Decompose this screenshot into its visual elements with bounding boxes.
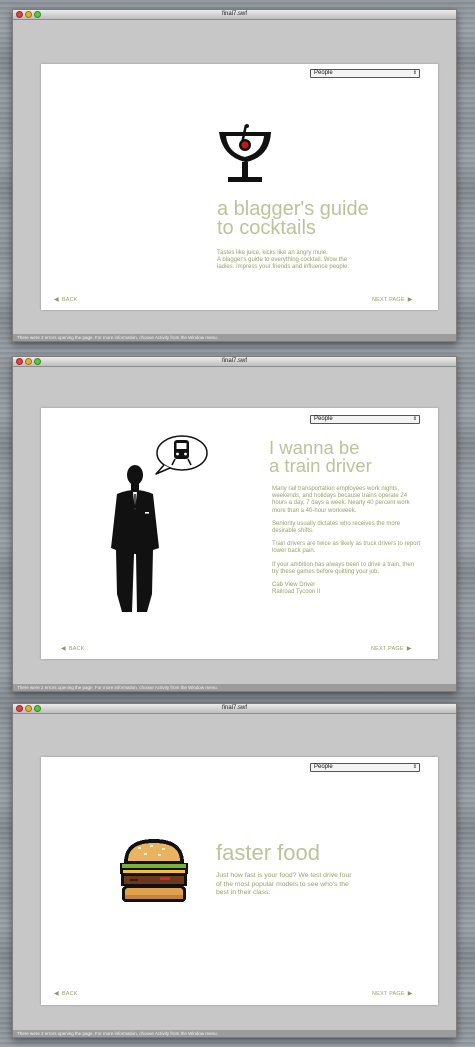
next-label: NEXT PAGE (372, 296, 405, 303)
page-content: People ⇕ faster food Just how fast is yo… (41, 757, 438, 1005)
next-arrow-icon: ▶ (407, 297, 413, 303)
window-title: final7.swf (221, 11, 247, 17)
body-paragraph: If your ambition has always been to driv… (272, 561, 415, 575)
dropdown-arrow-icon: ⇕ (412, 416, 417, 422)
next-arrow-icon: ▶ (407, 991, 413, 997)
back-label: BACK (61, 990, 78, 997)
dropdown-value: People (314, 764, 333, 770)
back-button[interactable]: ◀ BACK (54, 296, 78, 304)
back-label: BACK (61, 296, 78, 303)
title-bar[interactable]: final7.swf (13, 357, 456, 367)
body-paragraph: Train drivers are twice as likely as tru… (272, 541, 421, 555)
page-description: Tastes like juice, kicks like an angry m… (217, 250, 387, 272)
next-page-button[interactable]: NEXT PAGE ▶ (372, 990, 413, 998)
game-link[interactable]: Railroad Tycoon II (272, 589, 422, 596)
next-arrow-icon: ▶ (406, 646, 412, 652)
page-description: Just how fast is your food? We test driv… (216, 872, 416, 898)
window-faster-food: final7.swf People ⇕ faster food Just how… (12, 703, 457, 1038)
back-button[interactable]: ◀ BACK (54, 990, 78, 998)
man-with-train-thought-icon (111, 435, 208, 612)
category-dropdown[interactable]: People ⇕ (310, 415, 420, 424)
body-line: Just how fast is your food? We test driv… (216, 872, 352, 879)
body-line: ladies. Impress your friends and influen… (217, 264, 350, 271)
dropdown-value: People (314, 70, 333, 76)
next-page-button[interactable]: NEXT PAGE ▶ (371, 645, 412, 653)
back-arrow-icon: ◀ (54, 991, 59, 997)
title-bar[interactable]: final7.swf (13, 10, 456, 20)
body-line: Tastes like juice, kicks like an angry m… (217, 250, 328, 256)
next-label: NEXT PAGE (372, 990, 405, 997)
page-heading: a blagger's guide to cocktails (217, 199, 369, 239)
page-content: People ⇕ I wanna be a train driver Many … (41, 408, 438, 659)
status-bar: There were 2 errors opening the page. Fo… (13, 334, 456, 341)
next-label: NEXT PAGE (371, 645, 404, 652)
back-arrow-icon: ◀ (61, 646, 66, 652)
page-heading: faster food (216, 840, 320, 865)
back-button[interactable]: ◀ BACK (61, 645, 85, 653)
window-title: final7.swf (221, 705, 247, 711)
cocktail-glass-icon (219, 124, 271, 182)
body-paragraph: Many rail transportation employees work … (272, 486, 410, 514)
back-arrow-icon: ◀ (54, 297, 59, 303)
back-label: BACK (68, 645, 85, 652)
game-link[interactable]: Cab View Driver (272, 582, 422, 589)
heading-line: a train driver (269, 454, 372, 476)
heading-line: I wanna be (269, 437, 360, 458)
page-description: Many rail transportation employees work … (272, 486, 422, 596)
next-page-button[interactable]: NEXT PAGE ▶ (372, 296, 413, 304)
body-paragraph: Seniority usually dictates who receives … (272, 520, 401, 535)
category-dropdown[interactable]: People ⇕ (310, 69, 420, 78)
heading-line: to cocktails (217, 217, 316, 239)
status-bar: There were 2 errors opening the page. Fo… (13, 684, 456, 691)
body-line: best in their class. (216, 889, 271, 896)
body-line: A blagger's guide to everything cocktail… (217, 257, 348, 264)
body-line: of the most popular models to see who's … (216, 880, 349, 888)
page-content: People ⇕ a blagger's guide to cocktails … (41, 64, 438, 310)
dropdown-arrow-icon: ⇕ (412, 70, 417, 76)
category-dropdown[interactable]: People ⇕ (310, 763, 420, 772)
window-train-driver: final7.swf People ⇕ I wanna be a train d… (12, 356, 457, 692)
heading-line: faster food (216, 840, 320, 865)
page-heading: I wanna be a train driver (269, 437, 372, 476)
window-cocktails: final7.swf People ⇕ a blagger's guide to… (12, 9, 457, 342)
dropdown-arrow-icon: ⇕ (412, 764, 417, 770)
window-title: final7.swf (221, 358, 247, 364)
dropdown-value: People (314, 416, 333, 422)
title-bar[interactable]: final7.swf (13, 704, 456, 714)
burger-icon (120, 839, 188, 902)
status-bar: There were 2 errors opening the page. Fo… (13, 1030, 456, 1037)
